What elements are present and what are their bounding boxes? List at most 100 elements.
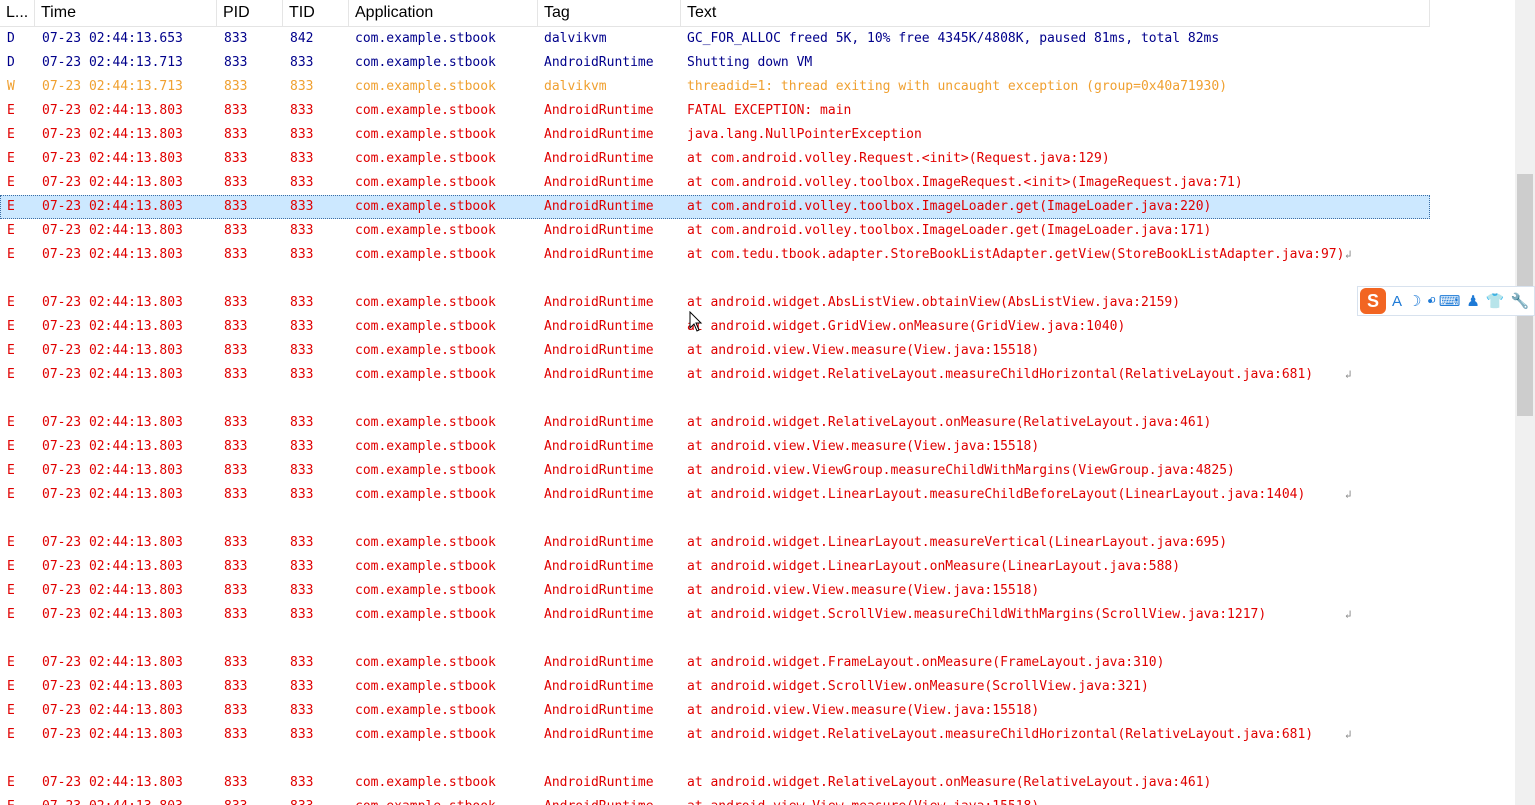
text-cell: at android.view.View.measure(View.java:1…: [687, 703, 1040, 718]
vertical-scrollbar[interactable]: [1515, 0, 1535, 805]
tag-cell: AndroidRuntime: [544, 439, 654, 454]
table-row[interactable]: E 07-23 02:44:13.803 833 833 com.example.stb…: [0, 339, 1430, 363]
tag-cell: AndroidRuntime: [544, 487, 654, 502]
table-row[interactable]: E 07-23 02:44:13.803 833 833 com.example.stb…: [0, 771, 1430, 795]
table-row[interactable]: E 07-23 02:44:13.803 833 833 com.example.stb…: [0, 531, 1430, 555]
tag-cell: AndroidRuntime: [544, 775, 654, 790]
text-cell: at com.android.volley.toolbox.ImageLoade…: [687, 223, 1212, 238]
application-cell: com.example.stbook: [355, 103, 496, 118]
tid-cell: 833: [290, 655, 314, 670]
application-cell: com.example.stbook: [355, 703, 496, 718]
time-cell: 07-23 02:44:13.803: [42, 655, 183, 670]
tid-cell: 833: [290, 55, 314, 70]
table-row[interactable]: E 07-23 02:44:13.803 833 833 com.example.stb…: [0, 315, 1430, 339]
column-header-application[interactable]: Application: [349, 0, 537, 26]
column-header-pid[interactable]: PID: [217, 0, 282, 26]
application-cell: com.example.stbook: [355, 295, 496, 310]
column-resize-handle[interactable]: [1429, 0, 1430, 26]
table-row[interactable]: E 07-23 02:44:13.803 833 833 com.example.stb…: [0, 435, 1430, 459]
time-cell: 07-23 02:44:13.803: [42, 367, 183, 382]
tag-cell: AndroidRuntime: [544, 583, 654, 598]
text-cell: at com.android.volley.toolbox.ImageLoade…: [687, 199, 1212, 214]
column-header-text[interactable]: Text: [681, 0, 1429, 26]
text-cell: at android.widget.AbsListView.obtainView…: [687, 295, 1181, 310]
level-cell: E: [7, 463, 15, 478]
tid-cell: 833: [290, 367, 314, 382]
table-row[interactable]: D 07-23 02:44:13.653 833 842 com.example.stb…: [0, 27, 1430, 51]
application-cell: com.example.stbook: [355, 247, 496, 262]
table-row[interactable]: E 07-23 02:44:13.803 833 833 com.example.stb…: [0, 123, 1430, 147]
font-a-icon[interactable]: A: [1392, 293, 1402, 310]
table-row[interactable]: E 07-23 02:44:13.803 833 833 com.example.stb…: [0, 795, 1430, 805]
tag-cell: AndroidRuntime: [544, 343, 654, 358]
table-row[interactable]: E 07-23 02:44:13.803 833 833 com.example.stb…: [0, 723, 1430, 771]
pid-cell: 833: [224, 151, 248, 166]
column-header-tag[interactable]: Tag: [538, 0, 680, 26]
table-row[interactable]: E 07-23 02:44:13.803 833 833 com.example.stb…: [0, 483, 1430, 531]
tag-cell: AndroidRuntime: [544, 127, 654, 142]
pid-cell: 833: [224, 175, 248, 190]
tid-cell: 833: [290, 343, 314, 358]
table-row[interactable]: E 07-23 02:44:13.803 833 833 com.example.stb…: [0, 603, 1430, 651]
moon-icon[interactable]: ☽: [1408, 292, 1421, 310]
application-cell: com.example.stbook: [355, 319, 496, 334]
user-icon[interactable]: ♟: [1466, 292, 1479, 310]
table-row[interactable]: E 07-23 02:44:13.803 833 833 com.example.stb…: [0, 411, 1430, 435]
table-row[interactable]: E 07-23 02:44:13.803 833 833 com.example.stb…: [0, 99, 1430, 123]
pid-cell: 833: [224, 55, 248, 70]
tools-icon[interactable]: 🔧: [1511, 292, 1530, 310]
pid-cell: 833: [224, 319, 248, 334]
table-row[interactable]: E 07-23 02:44:13.803 833 833 com.example.stb…: [0, 195, 1430, 219]
table-row[interactable]: E 07-23 02:44:13.803 833 833 com.example.stb…: [0, 675, 1430, 699]
application-cell: com.example.stbook: [355, 415, 496, 430]
level-cell: W: [7, 79, 15, 94]
application-cell: com.example.stbook: [355, 795, 496, 805]
table-row[interactable]: E 07-23 02:44:13.803 833 833 com.example.stb…: [0, 243, 1430, 291]
column-header-time[interactable]: Time: [35, 0, 216, 26]
table-row[interactable]: E 07-23 02:44:13.803 833 833 com.example.stb…: [0, 555, 1430, 579]
keyboard-icon[interactable]: ⌨: [1439, 292, 1461, 310]
table-row[interactable]: D 07-23 02:44:13.713 833 833 com.example.stb…: [0, 51, 1430, 75]
tag-cell: AndroidRuntime: [544, 223, 654, 238]
table-row[interactable]: E 07-23 02:44:13.803 833 833 com.example.stb…: [0, 147, 1430, 171]
time-cell: 07-23 02:44:13.803: [42, 583, 183, 598]
table-row[interactable]: E 07-23 02:44:13.803 833 833 com.example.stb…: [0, 651, 1430, 675]
punctuation-icon[interactable]: •ͦ: [1427, 293, 1432, 310]
table-row[interactable]: E 07-23 02:44:13.803 833 833 com.example.stb…: [0, 699, 1430, 723]
tid-cell: 833: [290, 463, 314, 478]
tid-cell: 833: [290, 679, 314, 694]
text-cell: at android.widget.LinearLayout.onMeasure…: [687, 559, 1181, 574]
pid-cell: 833: [224, 295, 248, 310]
sogou-logo-icon[interactable]: S: [1360, 288, 1386, 314]
application-cell: com.example.stbook: [355, 439, 496, 454]
table-row[interactable]: E 07-23 02:44:13.803 833 833 com.example.stb…: [0, 219, 1430, 243]
application-cell: com.example.stbook: [355, 487, 496, 502]
line-wrap-icon: ↲: [1345, 728, 1352, 741]
mouse-cursor-icon: [689, 311, 703, 332]
text-cell: threadid=1: thread exiting with uncaught…: [687, 79, 1228, 94]
time-cell: 07-23 02:44:13.803: [42, 703, 183, 718]
level-cell: E: [7, 775, 15, 790]
level-cell: E: [7, 583, 15, 598]
application-cell: com.example.stbook: [355, 55, 496, 70]
pid-cell: 833: [224, 535, 248, 550]
time-cell: 07-23 02:44:13.653: [42, 31, 183, 46]
table-row[interactable]: E 07-23 02:44:13.803 833 833 com.example.stb…: [0, 171, 1430, 195]
column-header-tid[interactable]: TID: [283, 0, 348, 26]
table-row[interactable]: E 07-23 02:44:13.803 833 833 com.example.stb…: [0, 459, 1430, 483]
column-header-level[interactable]: L...: [0, 0, 34, 26]
tag-cell: AndroidRuntime: [544, 679, 654, 694]
tag-cell: AndroidRuntime: [544, 199, 654, 214]
skin-icon[interactable]: 👕: [1486, 292, 1505, 310]
tid-cell: 833: [290, 79, 314, 94]
tid-cell: 833: [290, 175, 314, 190]
table-row[interactable]: W 07-23 02:44:13.713 833 833 com.example.stb…: [0, 75, 1430, 99]
table-row[interactable]: E 07-23 02:44:13.803 833 833 com.example.stb…: [0, 291, 1430, 315]
tag-cell: AndroidRuntime: [544, 103, 654, 118]
tag-cell: AndroidRuntime: [544, 55, 654, 70]
time-cell: 07-23 02:44:13.803: [42, 319, 183, 334]
text-cell: at android.widget.GridView.onMeasure(Gri…: [687, 319, 1126, 334]
table-row[interactable]: E 07-23 02:44:13.803 833 833 com.example.stb…: [0, 579, 1430, 603]
table-row[interactable]: E 07-23 02:44:13.803 833 833 com.example.stb…: [0, 363, 1430, 411]
time-cell: 07-23 02:44:13.803: [42, 439, 183, 454]
